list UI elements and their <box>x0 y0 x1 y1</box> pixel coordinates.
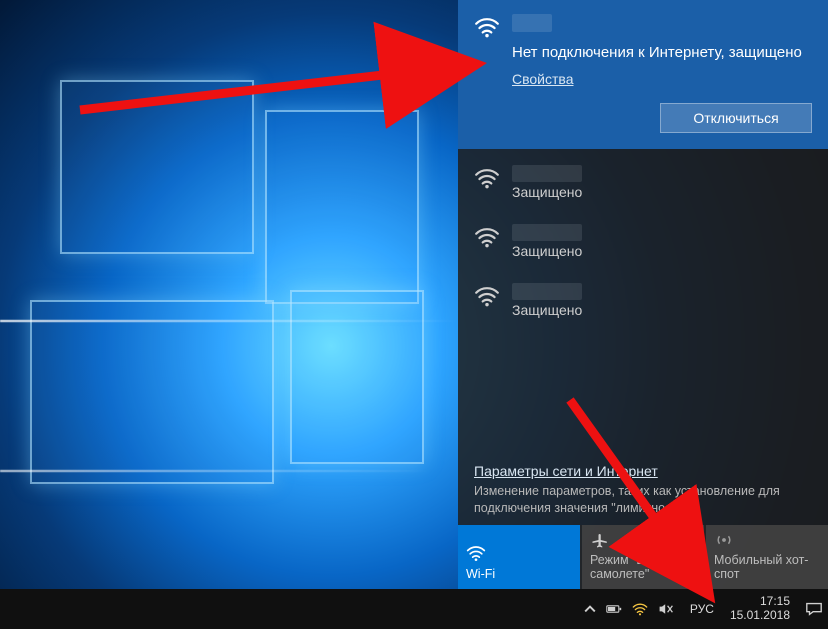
quick-action-tiles: Wi-Fi Режим "в самолете" Мобильный хот-с… <box>458 525 828 589</box>
battery-icon[interactable] <box>606 601 622 617</box>
hotspot-tile[interactable]: Мобильный хот-спот <box>706 525 828 589</box>
wallpaper-beam <box>0 470 430 472</box>
action-center-icon[interactable] <box>804 589 824 629</box>
clock-time: 17:15 <box>760 595 790 609</box>
hotspot-icon <box>714 531 734 549</box>
wifi-icon <box>474 16 500 38</box>
wifi-icon <box>474 167 500 189</box>
current-network-status: Нет подключения к Интернету, защищено <box>512 44 812 61</box>
taskbar: РУС 17:15 15.01.2018 <box>0 589 828 629</box>
volume-muted-icon[interactable] <box>658 601 674 617</box>
clock[interactable]: 17:15 15.01.2018 <box>724 595 796 623</box>
clock-date: 15.01.2018 <box>730 609 790 623</box>
airplane-tile[interactable]: Режим "в самолете" <box>582 525 704 589</box>
airplane-icon <box>590 531 610 549</box>
current-network-ssid <box>512 14 552 32</box>
language-indicator[interactable]: РУС <box>686 602 718 616</box>
wifi-tray-icon[interactable] <box>632 601 648 617</box>
network-security: Защищено <box>512 184 582 200</box>
network-ssid <box>512 165 582 182</box>
wifi-tile-label: Wi-Fi <box>466 567 572 581</box>
wallpaper-beam <box>0 320 460 322</box>
current-network-panel[interactable]: Нет подключения к Интернету, защищено Св… <box>458 0 828 149</box>
tray-overflow-icon[interactable] <box>584 603 596 615</box>
network-ssid <box>512 224 582 241</box>
wifi-icon <box>466 543 486 563</box>
network-settings-hint: Изменение параметров, таких как установл… <box>474 483 812 517</box>
wallpaper-pane <box>30 300 274 484</box>
network-security: Защищено <box>512 302 582 318</box>
hotspot-tile-label: Мобильный хот-спот <box>714 553 820 581</box>
properties-link[interactable]: Свойства <box>512 71 573 87</box>
system-tray <box>578 601 680 617</box>
network-security: Защищено <box>512 243 582 259</box>
disconnect-button[interactable]: Отключиться <box>660 103 812 133</box>
wifi-icon <box>474 226 500 248</box>
wallpaper-pane <box>60 80 254 254</box>
wallpaper-pane <box>265 110 419 304</box>
airplane-tile-label: Режим "в самолете" <box>590 553 696 581</box>
network-item[interactable]: Защищено <box>458 271 828 330</box>
network-ssid <box>512 283 582 300</box>
network-flyout: Нет подключения к Интернету, защищено Св… <box>458 0 828 589</box>
network-settings-block: Параметры сети и Интернет Изменение пара… <box>474 463 812 517</box>
network-settings-link[interactable]: Параметры сети и Интернет <box>474 463 658 479</box>
network-item[interactable]: Защищено <box>458 212 828 271</box>
network-item[interactable]: Защищено <box>458 153 828 212</box>
wifi-tile[interactable]: Wi-Fi <box>458 525 580 589</box>
wallpaper-pane <box>290 290 424 464</box>
available-networks-list: Защищено Защищено Защищено <box>458 149 828 334</box>
wifi-icon <box>474 285 500 307</box>
